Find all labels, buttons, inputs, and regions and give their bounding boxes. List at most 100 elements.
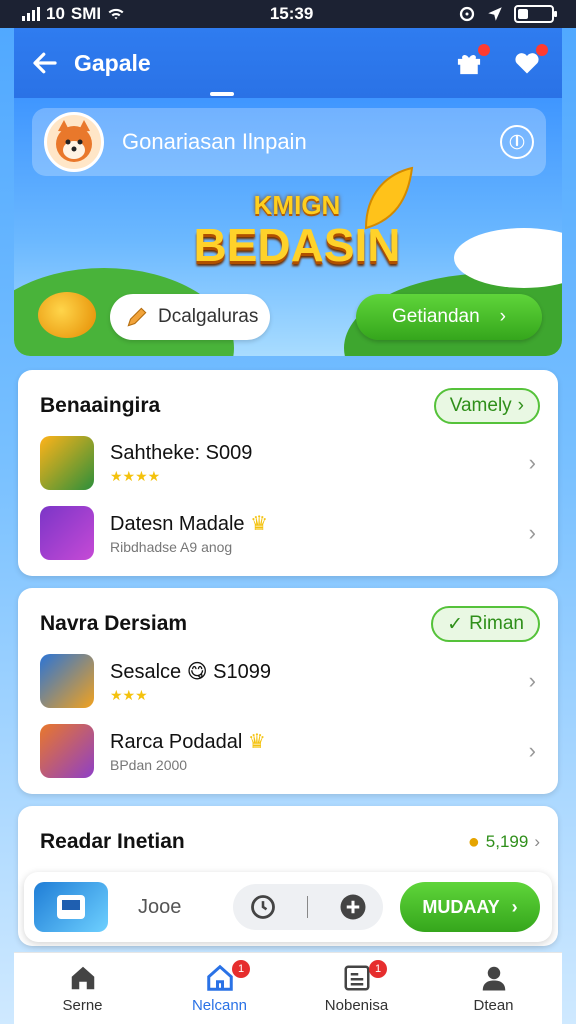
status-left: 10 SMI: [22, 4, 125, 24]
section-new: Navra Dersiam ✓ Riman Sesalce 😋 S1099 ★★…: [18, 588, 558, 794]
game-thumbnail: [40, 506, 94, 560]
divider: [306, 896, 308, 918]
profile-icon: [482, 966, 505, 990]
info-icon: [509, 134, 525, 150]
nav-item-news[interactable]: 1 Nobenisa: [288, 952, 425, 1024]
title-indicator: [210, 92, 234, 96]
item-title-text: Sesalce: [110, 660, 182, 683]
nav-item-store[interactable]: 1 Nelcann: [151, 952, 288, 1024]
section-header: Readar Inetian ● 5,199 ›: [18, 806, 558, 864]
game-thumbnail: [40, 724, 94, 778]
home-icon: [71, 966, 94, 989]
nav-label: Serne: [62, 996, 103, 1014]
item-subtitle: BPdan 2000: [110, 757, 188, 773]
chevron-right-icon: ›: [528, 668, 536, 693]
list-item[interactable]: Sahtheke: S009 ★★★★ ›: [18, 428, 558, 498]
emoji-icon: 😋: [186, 660, 208, 683]
location-icon: [488, 7, 502, 21]
game-console-button[interactable]: [34, 882, 108, 932]
game-thumbnail: [40, 436, 94, 490]
fox-avatar: [44, 112, 104, 172]
nav-badge: 1: [232, 960, 250, 978]
wifi-icon: [108, 8, 124, 20]
pencil-icon: [127, 307, 147, 327]
value-label: 5,199: [485, 832, 529, 851]
crown-icon: ♛: [247, 731, 266, 753]
action-controls: [233, 884, 384, 930]
check-icon: ✓: [447, 613, 464, 635]
hero-banner: Gonariasan Ilnpain KMIGN BEDASIN Dcalgal…: [14, 98, 562, 356]
go-button[interactable]: MUDAAY ›: [400, 882, 540, 932]
list-item[interactable]: Sesalce 😋 S1099 ★★★ ›: [18, 646, 558, 716]
fox-icon: [56, 120, 92, 162]
battery-icon: [513, 5, 557, 23]
chevron-right-icon: ›: [499, 306, 506, 327]
game-thumbnail: [40, 654, 94, 708]
item-title: Sesalce 😋 S1099: [110, 659, 529, 684]
chevron-right-icon: ›: [528, 738, 536, 763]
nav-badge: 1: [369, 960, 387, 978]
chevron-right-icon: ›: [511, 896, 518, 917]
back-arrow-icon[interactable]: [30, 48, 60, 78]
add-icon[interactable]: [338, 892, 368, 922]
nav-item-profile[interactable]: Dtean: [425, 952, 562, 1024]
status-carrier: SMI: [70, 4, 102, 23]
rating-stars: ★★★★: [110, 467, 161, 484]
primary-action-button[interactable]: Getiandan ›: [356, 294, 542, 340]
status-bar: 10 SMI 15:39: [0, 0, 576, 28]
secondary-action-button[interactable]: Dcalgaluras: [110, 294, 270, 340]
action-bar-label: Jooe: [138, 895, 182, 918]
crown-icon: ♛: [250, 513, 269, 535]
status-right: [458, 5, 557, 23]
section-header: Benaaingira Vamely ›: [18, 370, 558, 428]
info-button[interactable]: [500, 125, 534, 159]
item-title: Rarca Podadal ♛: [110, 729, 529, 754]
secondary-action-label: Dcalgaluras: [158, 306, 259, 327]
item-subtitle: Ribdhadse A9 anog: [110, 539, 233, 555]
console-icon: [57, 895, 85, 919]
nav-label: Nobenisa: [324, 996, 389, 1014]
section-filter-pill[interactable]: ✓ Riman: [431, 606, 540, 642]
news-icon: [344, 965, 369, 990]
nav-label: Dtean: [473, 996, 514, 1014]
timer-icon[interactable]: [249, 893, 277, 921]
store-icon: [206, 964, 233, 991]
action-bar: Jooe MUDAAY ›: [24, 872, 552, 942]
app-bar: Gapale: [14, 28, 562, 98]
list-item[interactable]: Rarca Podadal ♛ BPdan 2000 ›: [18, 716, 558, 786]
item-title: Sahtheke: S009: [110, 441, 253, 464]
section-title: Readar Inetian: [40, 830, 185, 853]
bottom-nav: Serne 1 Nelcann 1 Nobenisa Dtean: [14, 952, 562, 1024]
signal-icon: [22, 7, 40, 21]
section-featured: Benaaingira Vamely › Sahtheke: S009 ★★★★…: [18, 370, 558, 576]
favorites-notification-dot: [536, 44, 548, 56]
section-value[interactable]: ● 5,199 ›: [468, 831, 540, 854]
section-header: Navra Dersiam ✓ Riman: [18, 588, 558, 646]
leaf-icon: [364, 166, 414, 230]
section-title: Navra Dersiam: [40, 612, 188, 635]
page-title: Gapale: [74, 49, 151, 76]
list-item[interactable]: Datesn Madale ♛ Ribdhadse A9 anog ›: [18, 498, 558, 568]
section-title: Benaaingira: [40, 394, 161, 417]
gift-button[interactable]: [452, 44, 490, 80]
coin-decoration: [38, 292, 96, 338]
chevron-right-icon: ›: [528, 520, 536, 545]
user-card[interactable]: Gonariasan Ilnpain: [32, 108, 546, 176]
coin-icon: ●: [467, 830, 480, 853]
primary-action-label: Getiandan: [391, 306, 480, 327]
favorites-button[interactable]: [510, 44, 548, 80]
user-name: Gonariasan Ilnpain: [122, 129, 307, 154]
nav-item-home[interactable]: Serne: [14, 952, 151, 1024]
pill-label: Riman: [469, 613, 524, 634]
item-title-text: Datesn Madale: [110, 513, 245, 535]
nav-label: Nelcann: [191, 996, 248, 1014]
item-title-text: Rarca Podadal: [110, 731, 243, 753]
chevron-right-icon: ›: [517, 395, 524, 416]
status-time: 15:39: [269, 4, 314, 23]
rating-stars: ★★★: [110, 686, 148, 703]
gift-notification-dot: [478, 44, 490, 56]
go-button-label: MUDAAY: [422, 896, 500, 917]
alarm-icon: [459, 6, 475, 22]
status-carrier-prefix: 10: [46, 4, 65, 23]
section-filter-pill[interactable]: Vamely ›: [433, 388, 540, 424]
